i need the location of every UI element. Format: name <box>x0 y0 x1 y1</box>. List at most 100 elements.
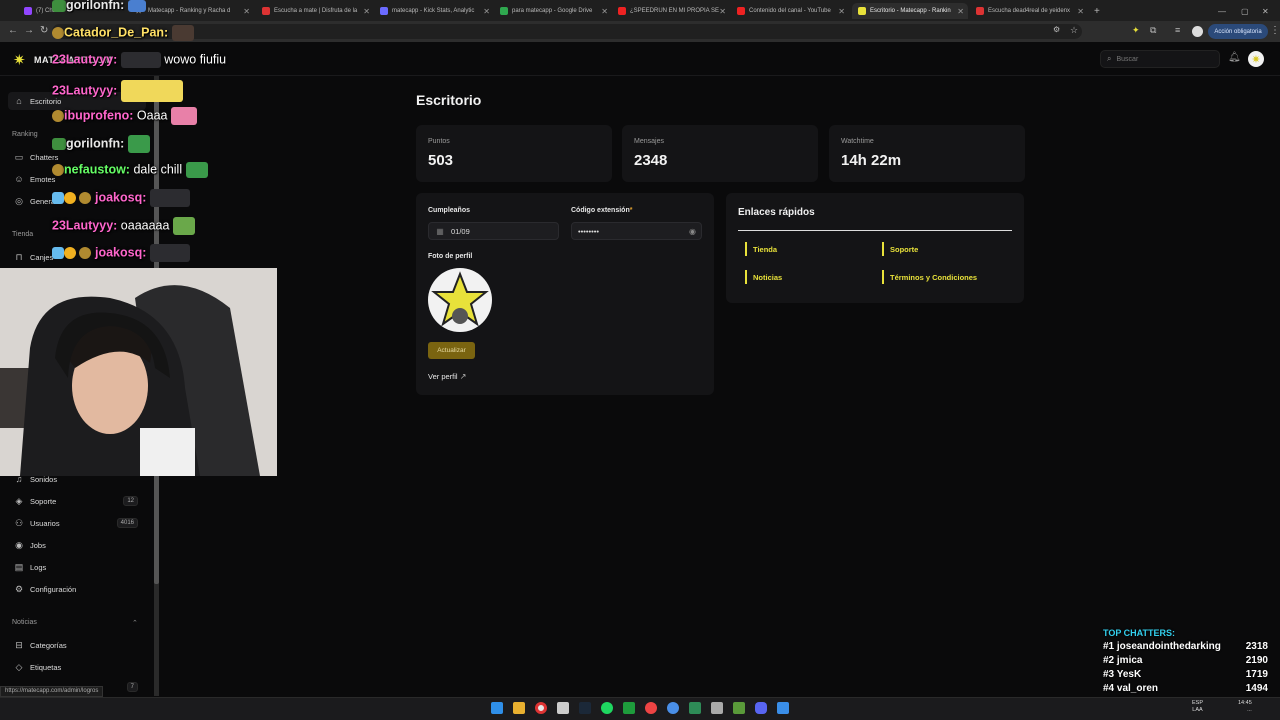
close-icon[interactable]: ✕ <box>483 7 490 16</box>
new-tab-icon[interactable]: + <box>1094 3 1100 19</box>
reload-icon[interactable]: ↻ <box>40 25 48 36</box>
stat-card-points: Puntos 503 <box>416 125 612 182</box>
count-badge: 7 <box>126 682 138 692</box>
update-button[interactable]: Actualizar <box>428 342 475 359</box>
close-icon[interactable]: ✕ <box>1077 7 1084 16</box>
close-icon[interactable]: ✕ <box>601 7 608 16</box>
chat-message: gorilonfn: <box>52 135 150 153</box>
app-icon[interactable] <box>645 702 657 714</box>
view-profile-link[interactable]: Ver perfil ↗ <box>428 372 466 381</box>
stat-card-messages: Mensajes 2348 <box>622 125 818 182</box>
file-explorer-icon[interactable] <box>513 702 525 714</box>
bell-icon[interactable]: 🔔︎ <box>1228 52 1241 63</box>
bookmark-star-icon[interactable]: ☆ <box>1070 25 1078 36</box>
app-icon[interactable] <box>777 702 789 714</box>
maximize-icon[interactable]: ▢ <box>1241 3 1249 19</box>
sidebar-item-jobs[interactable]: ◉ Jobs <box>8 536 146 554</box>
quick-link-noticias[interactable]: Noticias <box>745 270 782 284</box>
close-icon[interactable]: ✕ <box>719 7 726 16</box>
sidebar-item-soporte[interactable]: ◈ Soporte 12 <box>8 492 146 510</box>
emote-icon <box>185 162 208 178</box>
sidebar-item-categorias[interactable]: ⊟ Categorías <box>8 636 146 654</box>
browser-tab[interactable]: Escucha dead4real de yeidenx ✕ <box>976 3 1084 19</box>
browser-tab-active[interactable]: Escritorio - Matecapp - Rankin ✕ <box>852 3 968 19</box>
clock[interactable]: 14:45... <box>1238 700 1252 714</box>
emote-icon <box>172 217 195 235</box>
browser-tab[interactable]: Escucha a mate | Disfruta de la ✕ <box>262 3 370 19</box>
support-icon: ◈ <box>15 495 23 506</box>
minecraft-icon[interactable] <box>733 702 745 714</box>
sidebar-item-etiquetas[interactable]: ◇ Etiquetas <box>8 658 146 676</box>
birthday-field[interactable]: ▦ 01/09 <box>428 222 559 240</box>
status-bar-url: https://matecapp.com/admin/logros <box>0 686 104 697</box>
sidebar-item-usuarios[interactable]: ⚇ Usuarios 4016 <box>8 514 146 532</box>
steam-icon[interactable] <box>579 702 591 714</box>
extension-code-field[interactable]: •••••••• ◉ <box>571 222 702 240</box>
matecapp-extension-icon[interactable]: ✦ <box>1132 25 1140 36</box>
menu-icon[interactable]: ≡ <box>1175 25 1180 35</box>
forward-icon[interactable]: → <box>24 25 34 36</box>
avatar[interactable]: ✷ <box>1248 51 1264 67</box>
back-icon[interactable]: ← <box>8 25 18 36</box>
quick-link-terminos[interactable]: Términos y Condiciones <box>882 270 977 284</box>
stat-card-watchtime: Watchtime 14h 22m <box>829 125 1025 182</box>
chevron-up-icon: ⌃ <box>132 620 138 627</box>
discord-icon[interactable] <box>755 702 767 714</box>
emote-icon <box>149 189 190 207</box>
spotify-icon[interactable] <box>601 702 613 714</box>
top-chatters-title: TOP CHATTERS: <box>1103 628 1176 638</box>
profile-photo[interactable] <box>428 268 492 332</box>
close-icon[interactable]: ✕ <box>363 7 370 16</box>
tab-favicon-icon <box>858 7 866 15</box>
chrome-icon[interactable] <box>535 702 547 714</box>
kebab-menu-icon[interactable]: ⋮ <box>1270 25 1280 36</box>
emote-icon <box>149 244 190 262</box>
webcam-overlay <box>0 268 277 476</box>
chat-message: gorilonfn: <box>52 0 146 12</box>
start-icon[interactable] <box>491 702 503 714</box>
chat-message: joakosq: <box>52 189 190 207</box>
browser-tab[interactable]: matecapp - Kick Stats, Analytic ✕ <box>380 3 490 19</box>
url-bar[interactable] <box>52 24 1082 39</box>
browser-tab[interactable]: Matecapp - Ranking y Racha d ✕ <box>148 3 250 19</box>
app-icon[interactable] <box>623 702 635 714</box>
profile-avatar-icon[interactable] <box>1192 26 1203 37</box>
app-icon[interactable] <box>557 702 569 714</box>
extensions-puzzle-icon[interactable]: ⧉ <box>1150 25 1156 36</box>
app-icon[interactable] <box>689 702 701 714</box>
gear-icon: ⚙ <box>14 583 24 594</box>
browser-tab[interactable]: ¿SPEEDRUN EN MI PROPIA SE ✕ <box>618 3 726 19</box>
sidebar-item-logs[interactable]: ▤ Logs <box>8 558 146 576</box>
search-input[interactable]: ⌕ Buscar <box>1100 50 1220 68</box>
tab-favicon-icon <box>618 7 626 15</box>
app-icon[interactable] <box>711 702 723 714</box>
extension-code-label: Código extensión* <box>571 207 633 214</box>
required-action-button[interactable]: Acción obligatoria <box>1208 24 1268 39</box>
globe-icon: ◎ <box>15 195 23 206</box>
chat-message: ibuprofeno: Oaaa <box>52 107 197 125</box>
quick-link-soporte[interactable]: Soporte <box>882 242 918 256</box>
quick-link-tienda[interactable]: Tienda <box>745 242 777 256</box>
browser-tab-bar: (7) Chat✕ Matecapp - Ranking y Racha d✕ … <box>0 0 1280 21</box>
logo-star-icon[interactable]: ✷ <box>13 51 26 69</box>
close-icon[interactable]: ✕ <box>243 7 250 16</box>
tab-favicon-icon <box>262 7 270 15</box>
browser-tab[interactable]: Contenido del canal - YouTube ✕ <box>737 3 845 19</box>
window-close-icon[interactable]: ✕ <box>1262 3 1269 19</box>
chat-message: Catador_De_Pan: <box>52 25 194 41</box>
calendar-icon: ▦ <box>436 226 444 236</box>
external-link-icon: ↗ <box>459 372 467 381</box>
browser-tab[interactable]: para matecapp - Google Drive ✕ <box>500 3 608 19</box>
eye-icon[interactable]: ◉ <box>689 227 696 236</box>
sidebar-item-configuracion[interactable]: ⚙ Configuración <box>8 580 146 598</box>
profile-photo-label: Foto de perfil <box>428 253 473 260</box>
sidebar-group-noticias[interactable]: Noticias ⌃ <box>12 619 142 627</box>
close-icon[interactable]: ✕ <box>838 7 845 16</box>
keyboard-language[interactable]: ESP LAA <box>1192 700 1203 714</box>
extension-icon[interactable]: ⚙ <box>1053 25 1060 34</box>
app-icon[interactable] <box>667 702 679 714</box>
top-chatter-row: #1 joseandointhedarking 2318 <box>1103 641 1268 652</box>
quick-links-title: Enlaces rápidos <box>738 207 815 218</box>
minimize-icon[interactable]: — <box>1218 3 1226 19</box>
close-icon[interactable]: ✕ <box>957 7 964 16</box>
